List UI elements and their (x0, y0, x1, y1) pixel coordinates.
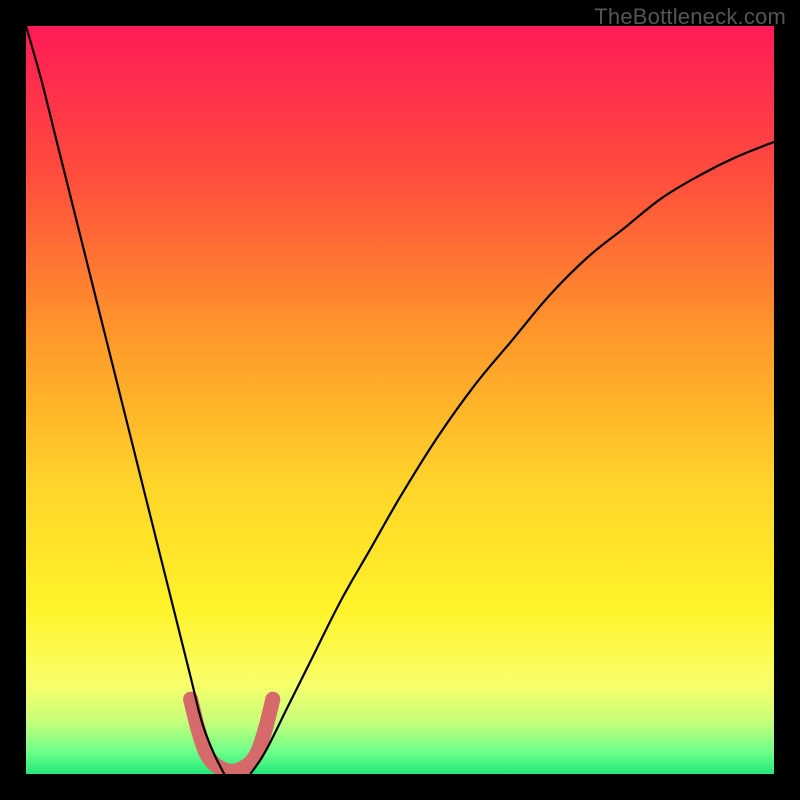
watermark-text: TheBottleneck.com (594, 4, 786, 30)
gradient-rect (26, 26, 774, 774)
plot-area (26, 26, 774, 774)
chart-svg (26, 26, 774, 774)
chart-frame: TheBottleneck.com (0, 0, 800, 800)
